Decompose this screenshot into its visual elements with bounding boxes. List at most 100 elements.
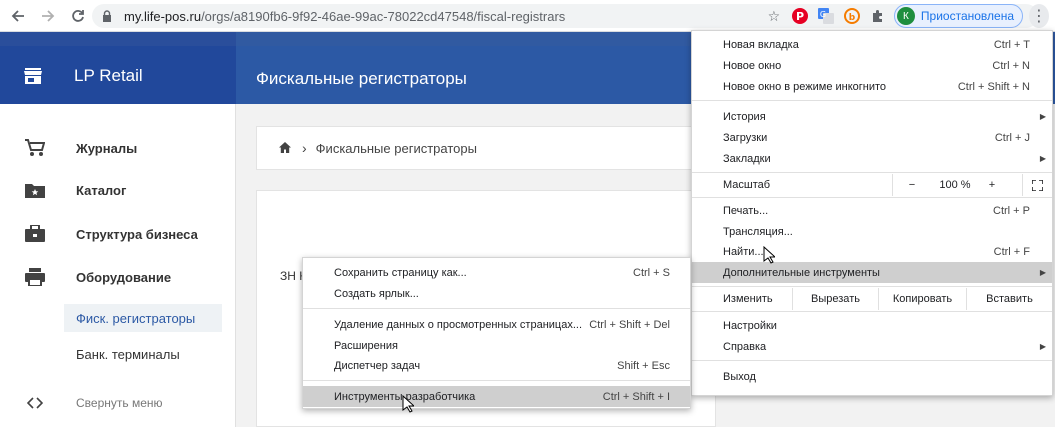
menu-divider — [303, 380, 690, 381]
collapse-menu-label: Свернуть меню — [76, 396, 163, 410]
menu-item-label: Загрузки — [723, 131, 768, 144]
menu-item-label: Настройки — [723, 319, 777, 332]
menu-item-label: Найти... — [723, 245, 764, 258]
menu-item-shortcut: Ctrl + P — [993, 204, 1030, 217]
menu-divider — [692, 172, 1052, 173]
url-path: /orgs/a8190fb6-9f92-46ae-99ac-78022cd475… — [201, 8, 566, 24]
back-icon[interactable] — [6, 4, 30, 28]
sidebar-subitem-fiscal-registrars[interactable]: Фиск. регистраторы — [64, 304, 222, 332]
sidebar: Журналы Каталог Структура бизнеса Оборуд… — [0, 104, 236, 427]
sidebar-item-catalog[interactable]: Каталог — [0, 175, 236, 205]
extension-icon[interactable]: b — [842, 6, 862, 26]
submenu-item-clear-browsing-data[interactable]: Удаление данных о просмотренных страница… — [303, 314, 690, 335]
menu-item-shortcut: Ctrl + J — [994, 131, 1030, 144]
menu-item-incognito[interactable]: Новое окно в режиме инкогнито Ctrl + Shif… — [692, 76, 1052, 97]
menu-item-label: Выход — [723, 370, 756, 383]
briefcase-icon — [25, 224, 45, 244]
menu-item-label: Справка — [723, 340, 767, 353]
mouse-cursor-icon — [402, 395, 414, 413]
more-tools-submenu: Сохранить страницу как... Ctrl + S Создат… — [302, 257, 691, 409]
menu-divider — [692, 286, 1052, 287]
zoom-label: Масштаб — [723, 179, 771, 191]
sidebar-item-journals[interactable]: Журналы — [0, 133, 236, 163]
menu-divider — [692, 100, 1052, 101]
star-icon[interactable]: ☆ — [764, 6, 784, 26]
menu-item-find[interactable]: Найти... Ctrl + F — [692, 241, 1052, 262]
puzzle-icon[interactable] — [868, 6, 888, 26]
menu-item-shortcut: Ctrl + F — [993, 245, 1030, 258]
page-title: Фискальные регистраторы — [256, 69, 467, 88]
chrome-main-menu: Новая вкладка Ctrl + T Новое окно Ctrl + N… — [691, 30, 1053, 396]
menu-item-settings[interactable]: Настройки — [692, 315, 1052, 336]
url-text: my.life-pos.ru/orgs/a8190fb6-9f92-46ae-9… — [124, 9, 565, 24]
menu-item-label: Новая вкладка — [723, 38, 799, 51]
menu-item-label: Удаление данных о просмотренных страница… — [334, 318, 583, 331]
home-icon[interactable] — [279, 141, 291, 156]
menu-item-label: Дополнительные инструменты — [723, 266, 880, 279]
menu-item-shortcut: Shift + Esc — [617, 359, 670, 372]
copy-button[interactable]: Копировать — [878, 288, 966, 310]
menu-item-cast[interactable]: Трансляция... — [692, 221, 1052, 242]
sidebar-subitem-bank-terminals[interactable]: Банк. терминалы — [64, 340, 222, 368]
paste-button[interactable]: Вставить — [966, 288, 1052, 310]
menu-item-label: Создать ярлык... — [334, 287, 419, 300]
menu-item-more-tools[interactable]: Дополнительные инструменты ▶ — [692, 262, 1052, 283]
menu-item-history[interactable]: История ▶ — [692, 106, 1052, 127]
menu-item-shortcut: Ctrl + Shift + Del — [589, 318, 670, 331]
store-icon — [24, 68, 42, 84]
menu-item-label: Новое окно — [723, 59, 782, 72]
pinterest-icon[interactable]: P — [790, 6, 810, 26]
menu-divider — [692, 360, 1052, 361]
translate-icon[interactable]: G — [816, 6, 836, 26]
menu-item-label: История — [723, 110, 766, 123]
zoom-in-button[interactable]: + — [979, 179, 1005, 191]
brand-name: LP Retail — [74, 66, 143, 85]
sidebar-item-business-structure[interactable]: Структура бизнеса — [0, 219, 236, 249]
avatar: К — [896, 7, 915, 25]
menu-divider — [692, 197, 1052, 198]
menu-item-bookmarks[interactable]: Закладки ▶ — [692, 148, 1052, 169]
collapse-menu-button[interactable]: Свернуть меню — [0, 388, 236, 418]
url-host: my.life-pos.ru — [124, 8, 202, 24]
submenu-item-create-shortcut[interactable]: Создать ярлык... — [303, 283, 690, 304]
sidebar-item-label: Структура бизнеса — [76, 226, 198, 242]
menu-item-downloads[interactable]: Загрузки Ctrl + J — [692, 127, 1052, 148]
fullscreen-icon[interactable] — [1022, 174, 1052, 196]
sidebar-item-label: Журналы — [76, 140, 138, 156]
menu-item-print[interactable]: Печать... Ctrl + P — [692, 200, 1052, 221]
lock-icon[interactable] — [102, 9, 116, 23]
collapse-icon — [25, 393, 45, 413]
menu-item-new-tab[interactable]: Новая вкладка Ctrl + T — [692, 34, 1052, 55]
svg-text:G: G — [820, 10, 826, 19]
browser-toolbar: my.life-pos.ru/orgs/a8190fb6-9f92-46ae-9… — [0, 0, 1055, 32]
menu-item-shortcut: Ctrl + Shift + N — [957, 80, 1030, 93]
cut-button[interactable]: Вырезать — [792, 288, 878, 310]
submenu-item-extensions[interactable]: Расширения — [303, 335, 690, 356]
menu-item-label: Сохранить страницу как... — [334, 266, 467, 279]
submenu-item-developer-tools[interactable]: Инструменты разработчика Ctrl + Shift + I — [303, 386, 690, 407]
edit-label: Изменить — [723, 293, 773, 305]
forward-icon[interactable] — [36, 4, 60, 28]
menu-divider — [692, 311, 1052, 312]
zoom-value: 100 % — [939, 179, 971, 191]
zoom-controls: − 100 % + — [892, 174, 1022, 196]
submenu-item-save-page[interactable]: Сохранить страницу как... Ctrl + S — [303, 262, 690, 283]
menu-item-label: Новое окно в режиме инкогнито — [723, 80, 887, 93]
profile-status: Приостановлена — [920, 9, 1014, 23]
submenu-item-task-manager[interactable]: Диспетчер задач Shift + Esc — [303, 355, 690, 376]
profile-chip[interactable]: К Приостановлена — [893, 4, 1023, 28]
menu-item-exit[interactable]: Выход — [692, 366, 1052, 387]
menu-item-label: Печать... — [723, 204, 769, 217]
menu-item-label: Диспетчер задач — [334, 359, 421, 372]
menu-divider — [303, 308, 690, 309]
menu-item-shortcut: Ctrl + N — [992, 59, 1030, 72]
reload-icon[interactable] — [66, 4, 90, 28]
menu-item-shortcut: Ctrl + T — [993, 38, 1030, 51]
menu-item-help[interactable]: Справка ▶ — [692, 336, 1052, 357]
kebab-icon[interactable]: ⋮ — [1029, 4, 1049, 28]
menu-item-new-window[interactable]: Новое окно Ctrl + N — [692, 55, 1052, 76]
sidebar-item-equipment[interactable]: Оборудование — [0, 262, 236, 292]
mouse-cursor-icon — [763, 246, 775, 264]
zoom-out-button[interactable]: − — [893, 179, 931, 191]
sidebar-item-label: Оборудование — [76, 269, 172, 285]
